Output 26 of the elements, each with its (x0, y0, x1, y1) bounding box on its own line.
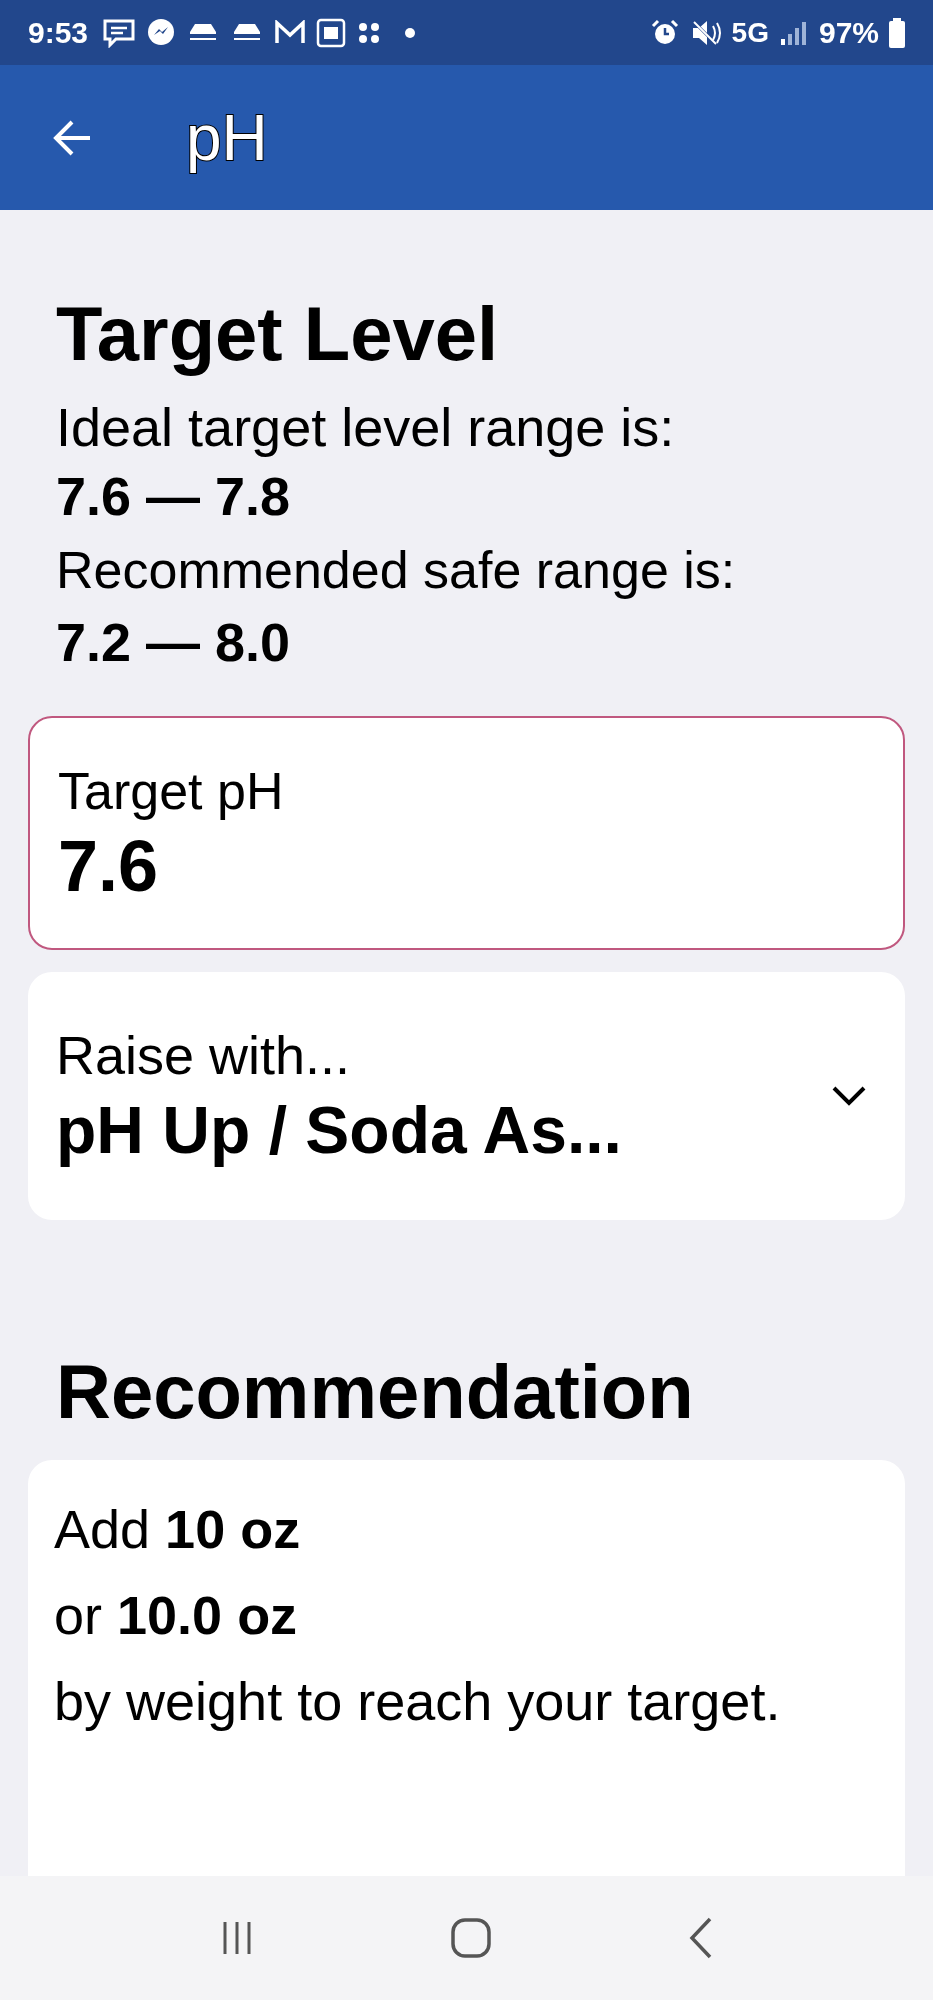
field-label: Target pH (58, 761, 285, 822)
home-icon[interactable] (450, 1917, 493, 1959)
dropdown-value: pH Up / Soda As... (56, 1092, 623, 1169)
mail-icon (274, 19, 307, 46)
section-heading: Recommendation (55, 1348, 695, 1436)
field-value: 7.6 (58, 825, 160, 908)
dropdown-label: Raise with... (56, 1024, 352, 1087)
status-time: 9:53 (28, 15, 89, 51)
chevron-down-icon (831, 1085, 867, 1107)
target-ph-field[interactable]: Target pH 7.6 (28, 716, 905, 950)
safe-range-value: 7.2 — 8.0 (56, 611, 292, 674)
raise-with-dropdown[interactable]: Raise with... pH Up / Soda As... (28, 972, 905, 1220)
page-title: pH (186, 100, 268, 176)
recommendation-text: by weight to reach your target. (54, 1670, 782, 1733)
network-label: 5G (731, 15, 769, 50)
section-heading: Target Level (56, 290, 500, 378)
safe-range-label: Recommended safe range is: (56, 540, 737, 601)
message-icon (102, 17, 137, 48)
battery-icon (889, 17, 905, 48)
ideal-range-label: Ideal target level range is: (56, 396, 676, 459)
recommendation-text: Add 10 oz (54, 1498, 302, 1561)
battery-percent: 97% (818, 15, 879, 51)
ideal-range-value: 7.6 — 7.8 (56, 465, 292, 528)
recommendation-text: or 10.0 oz (54, 1584, 299, 1647)
dot-icon (404, 26, 417, 39)
chat-bubble-icon (146, 17, 177, 48)
